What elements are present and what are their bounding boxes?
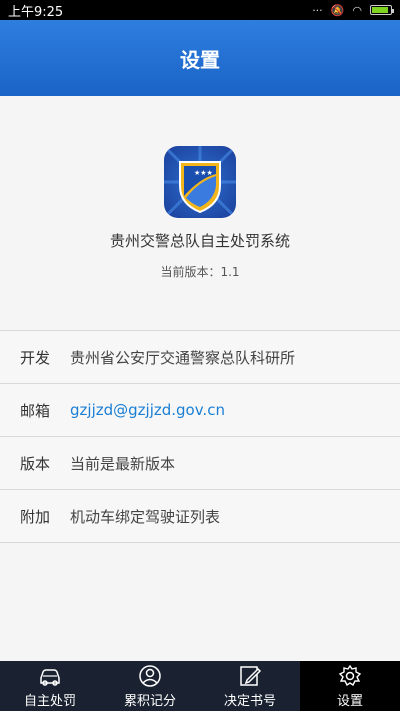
edit-icon bbox=[240, 665, 262, 686]
svg-text:★★★: ★★★ bbox=[194, 169, 213, 177]
info-label: 邮箱 bbox=[20, 401, 51, 420]
email-link[interactable]: gzjjzd@gzjjzd.gov.cn bbox=[70, 401, 225, 419]
info-label: 开发 bbox=[20, 348, 51, 367]
info-row-version[interactable]: 版本 当前是最新版本 bbox=[0, 437, 400, 490]
info-value: 当前是最新版本 bbox=[70, 454, 176, 473]
page-title: 设置 bbox=[180, 47, 220, 72]
tab-label: 累积记分 bbox=[123, 693, 176, 709]
tab-label: 决定书号 bbox=[223, 693, 276, 709]
about-section: ★★★ 贵州交警总队自主处罚系统 当前版本：1.1 bbox=[0, 96, 400, 330]
tab-decision-number[interactable]: 决定书号 bbox=[200, 661, 300, 711]
status-time: 上午9:25 bbox=[8, 4, 64, 20]
mute-icon: 🔕 bbox=[330, 3, 345, 17]
tab-settings[interactable]: 设置 bbox=[300, 661, 400, 711]
gear-icon bbox=[338, 664, 362, 686]
wifi-icon: ◠ bbox=[352, 3, 362, 17]
info-value: 贵州省公安厅交通警察总队科研所 bbox=[70, 348, 296, 367]
car-icon bbox=[40, 668, 60, 686]
user-icon bbox=[139, 664, 161, 687]
tab-label: 设置 bbox=[336, 693, 363, 709]
info-list: 开发 贵州省公安厅交通警察总队科研所 邮箱 gzjjzd@gzjjzd.gov.… bbox=[0, 330, 400, 543]
tab-bar: 自主处罚 累积记分 决定书号 设置 bbox=[0, 661, 400, 711]
info-value: 机动车绑定驾驶证列表 bbox=[70, 507, 221, 526]
tab-label: 自主处罚 bbox=[23, 693, 76, 709]
battery-fill bbox=[372, 7, 389, 13]
tab-self-penalty[interactable]: 自主处罚 bbox=[0, 661, 100, 711]
more-icon: ··· bbox=[312, 3, 323, 17]
status-bar: 上午9:25 ··· 🔕 ◠ bbox=[0, 0, 400, 20]
app-version: 当前版本：1.1 bbox=[160, 265, 240, 279]
info-row-email[interactable]: 邮箱 gzjjzd@gzjjzd.gov.cn bbox=[0, 384, 400, 437]
status-icons: ··· 🔕 ◠ bbox=[312, 3, 394, 17]
police-shield-icon: ★★★ bbox=[164, 146, 236, 218]
info-row-extra[interactable]: 附加 机动车绑定驾驶证列表 bbox=[0, 490, 400, 543]
battery-icon bbox=[370, 5, 394, 15]
info-row-developer: 开发 贵州省公安厅交通警察总队科研所 bbox=[0, 331, 400, 384]
title-bar: 设置 bbox=[0, 20, 400, 96]
info-label: 附加 bbox=[20, 507, 51, 526]
app-name: 贵州交警总队自主处罚系统 bbox=[109, 232, 290, 250]
info-label: 版本 bbox=[20, 454, 51, 473]
tab-points[interactable]: 累积记分 bbox=[100, 661, 200, 711]
